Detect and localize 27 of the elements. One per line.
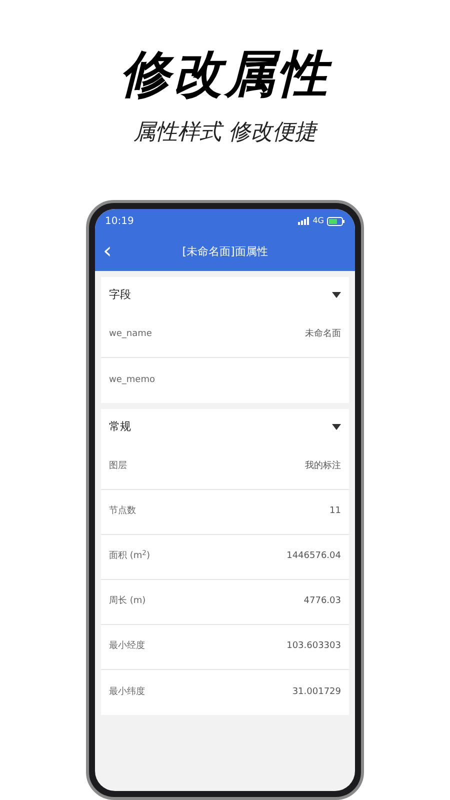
field-value: 11 (330, 505, 341, 518)
back-button[interactable]: ‹ (103, 241, 112, 263)
page-title: [未命名面]面属性 (182, 244, 268, 260)
field-value: 1446576.04 (286, 550, 341, 564)
field-value: 未命名面 (305, 328, 341, 342)
signal-icon (298, 217, 310, 225)
field-value: 103.603303 (286, 640, 341, 654)
field-label: 周长 (m) (109, 595, 146, 608)
field-label: 面积 (m$^{2}$) (109, 550, 150, 564)
field-label: we_memo (109, 374, 155, 387)
section-header[interactable]: 常规 (101, 409, 349, 445)
promo-subtitle: 属性样式 修改便捷 (134, 119, 316, 147)
caret-down-icon (332, 292, 341, 298)
caret-down-icon (332, 424, 341, 430)
promo-title: 修改属性 (120, 42, 330, 106)
field-label: we_name (109, 328, 152, 342)
field-value: 31.001729 (292, 686, 341, 699)
field-label: 图层 (109, 460, 127, 474)
battery-icon (327, 216, 345, 226)
field-label: 节点数 (109, 505, 136, 518)
field-value: 我的标注 (305, 460, 341, 474)
network-label: 4G (312, 215, 324, 227)
field-label: 最小纬度 (109, 686, 145, 699)
status-time: 10:19 (105, 214, 134, 228)
field-value: 4776.03 (304, 595, 341, 608)
section-header[interactable]: 字段 (101, 277, 349, 313)
field-label: 最小经度 (109, 640, 145, 654)
